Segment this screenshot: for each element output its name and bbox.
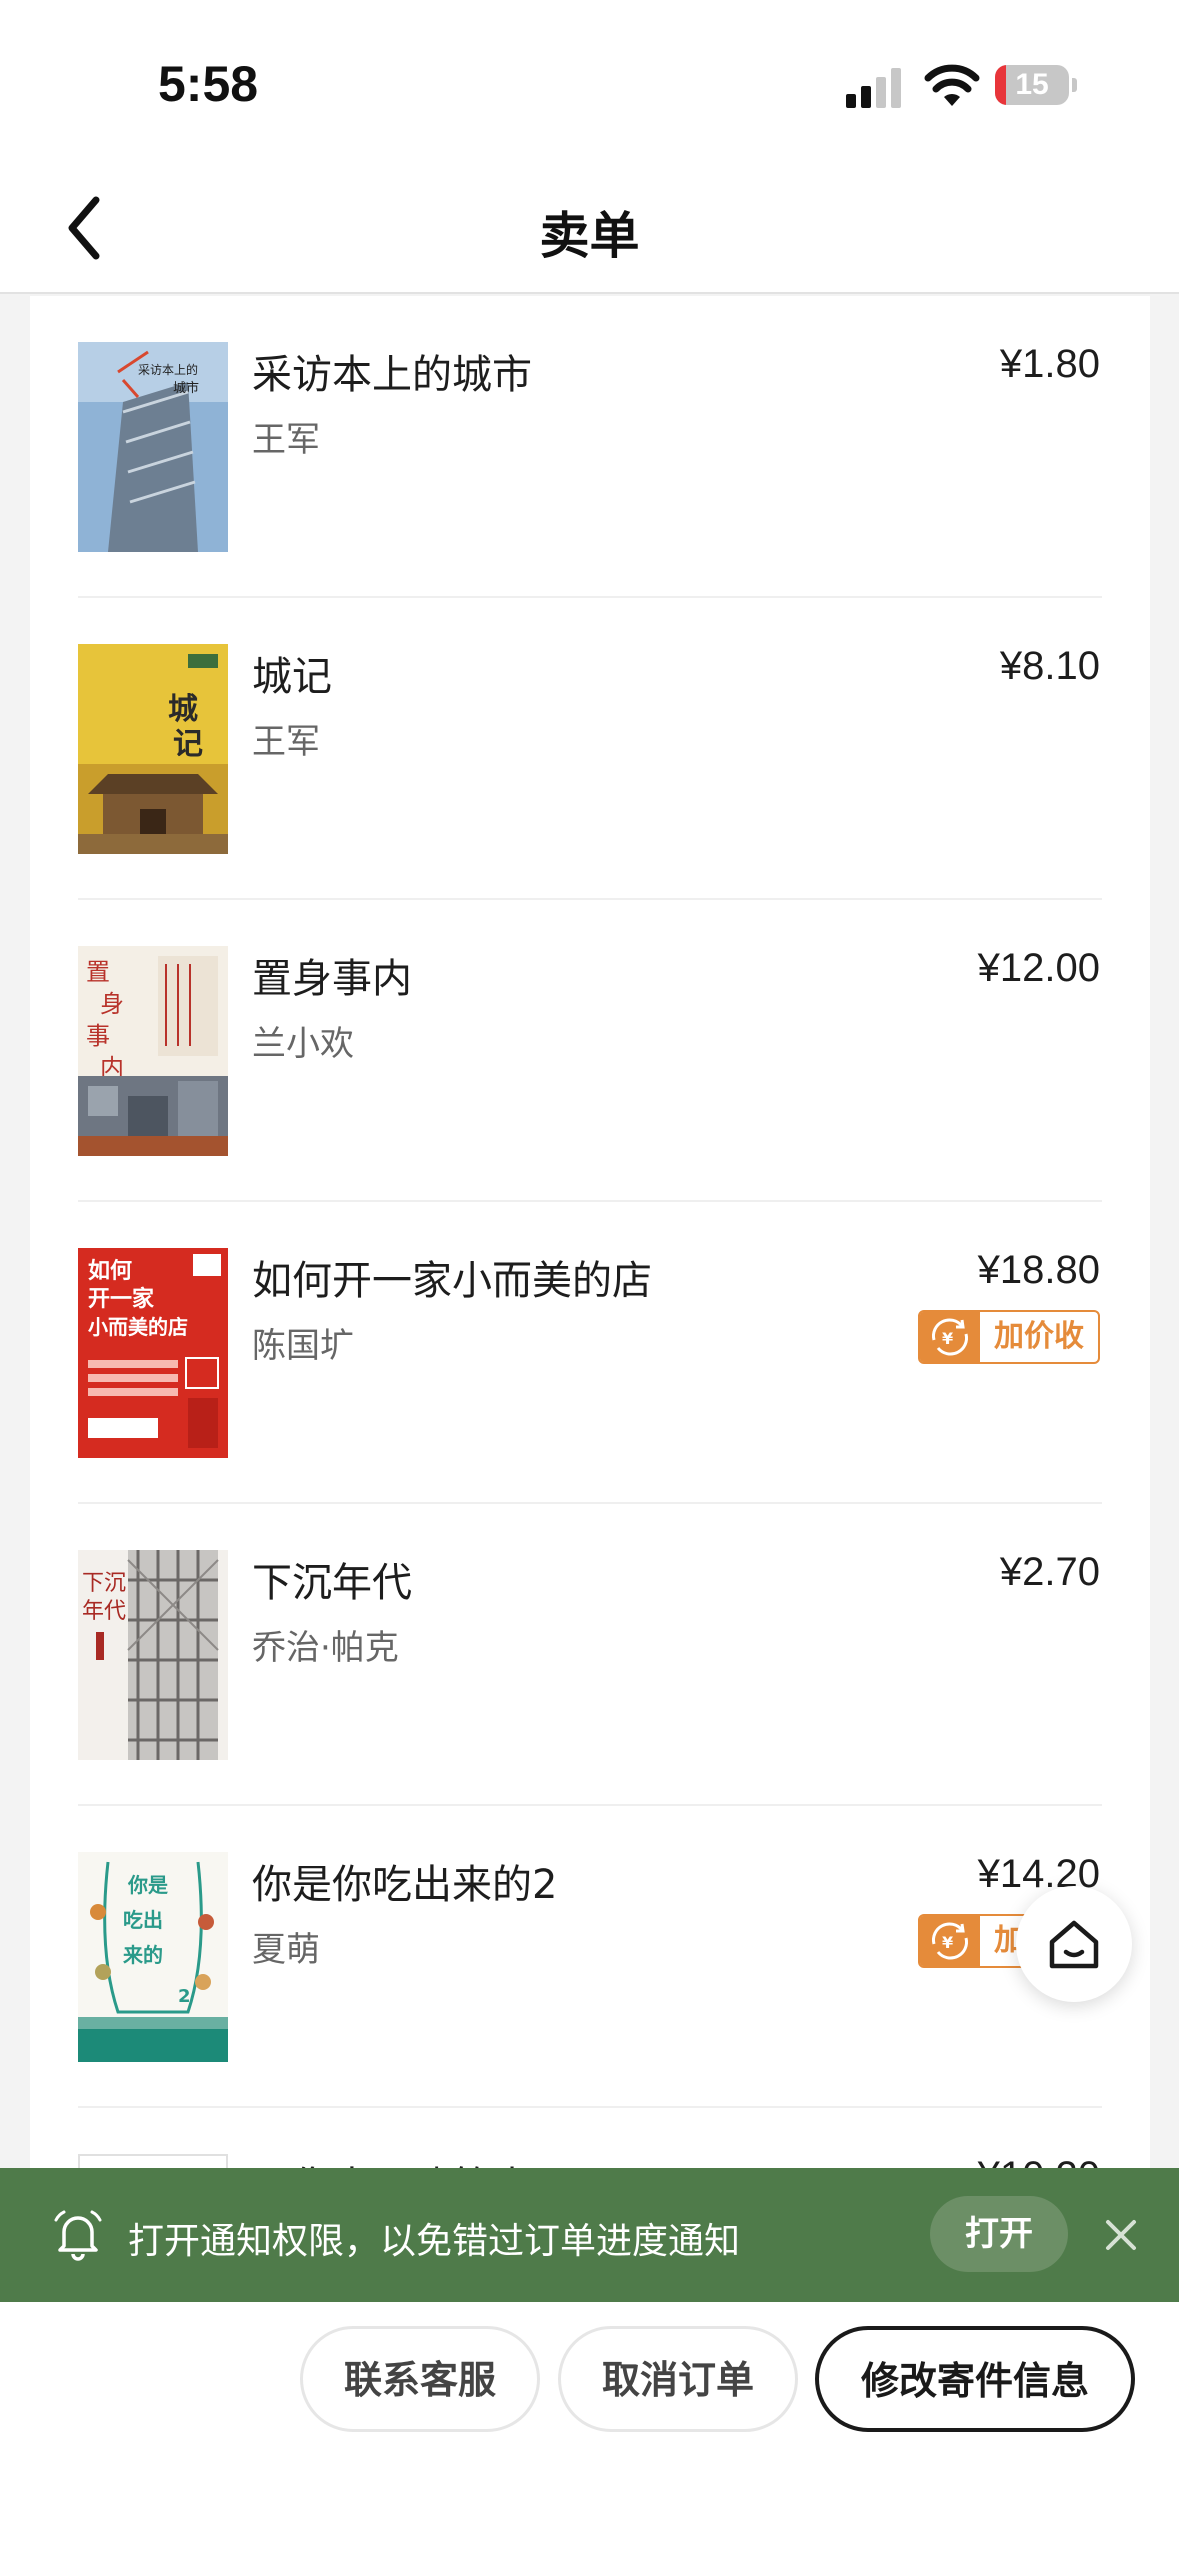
book-price: ¥12.00 xyxy=(977,946,1100,990)
order-item[interactable]: 采访本上的 城市 采访本上的城市 王军 ¥1.80 xyxy=(78,296,1102,598)
book-price: ¥18.80 xyxy=(977,1248,1100,1292)
order-item[interactable]: 置 身 事 内 置身事内 兰小欢 ¥12.00 xyxy=(78,900,1102,1202)
book-author: 王军 xyxy=(252,420,320,460)
svg-text:事: 事 xyxy=(86,1022,110,1050)
bell-icon xyxy=(54,2210,102,2261)
svg-text:¥: ¥ xyxy=(942,1329,953,1348)
modify-shipping-info-button[interactable]: 修改寄件信息 xyxy=(815,2326,1135,2432)
book-title: 你是你吃出来的2 xyxy=(252,1862,558,1908)
svg-text:城: 城 xyxy=(168,692,198,727)
book-price: ¥2.70 xyxy=(999,1550,1100,1594)
book-author: 乔治·帕克 xyxy=(252,1628,399,1668)
enable-notification-button[interactable]: 打开 xyxy=(930,2196,1068,2272)
wifi-icon xyxy=(924,64,980,106)
book-author: 夏萌 xyxy=(252,1930,320,1970)
book-title: 下沉年代 xyxy=(252,1560,412,1606)
book-author: 兰小欢 xyxy=(252,1024,354,1064)
order-item[interactable]: 下沉 年代 下沉年代 乔治·帕克 ¥2.70 xyxy=(78,1504,1102,1806)
svg-text:你是: 你是 xyxy=(127,1873,168,1897)
status-bar: 5:58 15 xyxy=(0,0,1179,170)
book-author: 王军 xyxy=(252,722,320,762)
order-item[interactable]: 你是 吃出 来的 2 你是你吃出来的2 夏萌 ¥14.20 ¥ xyxy=(78,1806,1102,2108)
svg-text:年代: 年代 xyxy=(82,1599,126,1624)
book-title: 采访本上的城市 xyxy=(252,352,532,398)
book-cover-image: 你是 吃出 来的 2 xyxy=(78,1852,228,2062)
svg-text:记: 记 xyxy=(173,727,203,762)
contact-support-button[interactable]: 联系客服 xyxy=(300,2326,540,2432)
nav-bar: 卖单 xyxy=(0,170,1179,294)
order-item[interactable]: 如何 开一家 小而美的店 如何开一家小而美的店 陈国圹 ¥18.80 ¥ 加价收 xyxy=(78,1202,1102,1504)
svg-text:开一家: 开一家 xyxy=(88,1286,155,1312)
book-price: ¥10.20 xyxy=(978,2154,1100,2168)
battery-icon: 15 xyxy=(995,65,1077,105)
svg-text:如何: 如何 xyxy=(88,1258,132,1284)
yuan-exchange-icon: ¥ xyxy=(920,1312,980,1362)
signal-bars-icon xyxy=(846,68,901,108)
battery-percentage: 15 xyxy=(1015,68,1049,101)
status-time: 5:58 xyxy=(158,56,259,112)
page-title: 卖单 xyxy=(539,207,640,265)
svg-text:来的: 来的 xyxy=(122,1943,163,1967)
order-item[interactable]: 城 记 城记 王军 ¥8.10 xyxy=(78,598,1102,900)
svg-text:采访本上的: 采访本上的 xyxy=(138,362,198,377)
book-cover-image: 置 身 事 内 xyxy=(78,946,228,1156)
home-button[interactable] xyxy=(1016,1886,1132,2002)
home-icon xyxy=(1049,1920,1099,1969)
close-icon[interactable] xyxy=(1098,2212,1144,2258)
svg-text:¥: ¥ xyxy=(942,1933,953,1952)
book-price: ¥8.10 xyxy=(999,644,1100,688)
svg-text:置: 置 xyxy=(86,958,110,986)
order-item-list[interactable]: 采访本上的 城市 采访本上的城市 王军 ¥1.80 城 记 城记 王军 ¥8.1… xyxy=(30,296,1150,2168)
yuan-exchange-icon: ¥ xyxy=(920,1916,980,1966)
svg-text:下沉: 下沉 xyxy=(82,1571,126,1596)
price-increase-badge-label: 加价收 xyxy=(994,1319,1084,1354)
book-cover-image: 如何 开一家 小而美的店 xyxy=(78,1248,228,1458)
price-increase-badge: ¥ 加价收 xyxy=(918,1310,1100,1364)
svg-text:吃出: 吃出 xyxy=(123,1908,163,1932)
book-cover-image: 城 记 xyxy=(78,644,228,854)
notification-text: 打开通知权限，以免错过订单进度通知 xyxy=(128,2221,741,2262)
book-title: 城记 xyxy=(252,654,332,700)
book-title: 图像中国建筑史 xyxy=(252,2154,532,2168)
bottom-action-bar: 联系客服 取消订单 修改寄件信息 xyxy=(0,2302,1179,2556)
book-price: ¥1.80 xyxy=(999,342,1100,386)
book-title: 如何开一家小而美的店 xyxy=(252,1258,652,1304)
book-author: 陈国圹 xyxy=(252,1326,354,1366)
svg-text:2: 2 xyxy=(178,1986,191,2007)
book-cover-image: 采访本上的 城市 xyxy=(78,342,228,552)
book-cover-image: 下沉 年代 xyxy=(78,1550,228,1760)
cancel-order-button[interactable]: 取消订单 xyxy=(558,2326,798,2432)
svg-text:身: 身 xyxy=(100,990,124,1018)
svg-text:城市: 城市 xyxy=(173,380,199,396)
book-title: 置身事内 xyxy=(252,956,412,1002)
svg-text:小而美的店: 小而美的店 xyxy=(88,1315,188,1339)
book-cover-image xyxy=(78,2154,228,2168)
order-item[interactable]: 图像中国建筑史 ¥10.20 xyxy=(78,2108,1102,2168)
notification-banner: 打开通知权限，以免错过订单进度通知 打开 xyxy=(0,2168,1179,2302)
